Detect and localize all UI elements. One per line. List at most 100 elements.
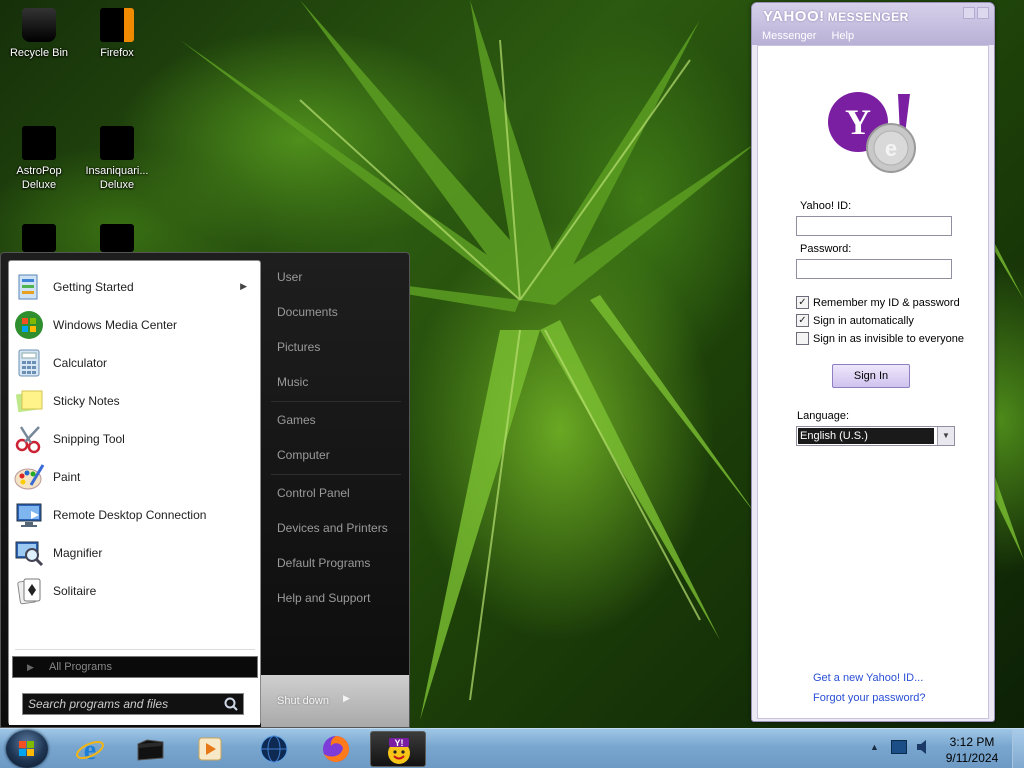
desktop-icon-insaniquarium[interactable]: Insaniquari... Deluxe [79, 126, 155, 192]
remember-checkbox[interactable]: ✓ Remember my ID & password [796, 296, 960, 309]
sign-in-button[interactable]: Sign In [832, 364, 910, 388]
desktop-icon-label: AstroPop [16, 165, 62, 177]
program-label: Paint [53, 470, 81, 484]
program-label: Snipping Tool [53, 432, 125, 446]
yahoo-messenger-window: YAHOO! MESSENGER Messenger Help Y e Yahoo… [751, 2, 995, 722]
language-value: English (U.S.) [800, 430, 868, 442]
program-paint[interactable]: Paint [13, 459, 257, 495]
desktop-icon-label: Deluxe [21, 179, 57, 191]
recycle-bin-icon [22, 8, 56, 42]
language-label: Language: [797, 410, 849, 422]
program-remote-desktop[interactable]: Remote Desktop Connection [13, 497, 257, 533]
places-computer[interactable]: Computer [277, 448, 330, 462]
taskbar-firefox[interactable] [308, 731, 364, 767]
search-input[interactable]: Search programs and files [22, 693, 244, 715]
yahoo-logo-icon: Y e [820, 88, 920, 178]
program-label: Calculator [53, 356, 108, 370]
taskbar: e Y! ▲ 3:12 PM 9/11/2024 [0, 728, 1024, 768]
internet-explorer-icon: e [76, 735, 104, 764]
sign-in-invisible-checkbox[interactable]: Sign in as invisible to everyone [796, 332, 964, 345]
desktop-icon-label: Firefox [100, 47, 134, 59]
program-snipping-tool[interactable]: Snipping Tool [13, 421, 257, 457]
get-new-id-link[interactable]: Get a new Yahoo! ID... [813, 672, 923, 684]
show-desktop-button[interactable] [1012, 729, 1024, 768]
close-icon[interactable] [977, 7, 989, 19]
taskbar-yahoo-messenger[interactable]: Y! [370, 731, 426, 767]
magnifier-icon [13, 537, 45, 569]
clock-date: 9/11/2024 [945, 751, 999, 765]
program-label: Magnifier [53, 546, 103, 560]
program-label: Getting Started [53, 280, 134, 294]
all-programs-button[interactable]: ▶ All Programs [12, 656, 258, 678]
yahoo-id-input[interactable] [796, 216, 952, 236]
search-icon[interactable] [223, 696, 239, 712]
shutdown-options-arrow-icon[interactable]: ▶ [343, 693, 350, 704]
places-music[interactable]: Music [277, 375, 308, 389]
password-input[interactable] [796, 259, 952, 279]
program-windows-media-center[interactable]: Windows Media Center [13, 307, 257, 343]
app-icon [100, 224, 134, 252]
divider [15, 649, 255, 650]
checkbox-checked-icon[interactable]: ✓ [796, 314, 809, 327]
desktop-icon-astropop[interactable]: AstroPop Deluxe [1, 126, 77, 192]
remote-desktop-icon [13, 499, 45, 531]
places-games[interactable]: Games [277, 413, 316, 427]
checkbox-unchecked-icon[interactable] [796, 332, 809, 345]
astropop-icon [22, 126, 56, 160]
paint-palette-icon [13, 461, 45, 493]
places-control-panel[interactable]: Control Panel [277, 486, 350, 500]
taskbar-internet-explorer[interactable]: e [62, 731, 118, 767]
places-user[interactable]: User [277, 270, 302, 284]
checkbox-checked-icon[interactable]: ✓ [796, 296, 809, 309]
clock-time: 3:12 PM [949, 735, 995, 749]
places-devices-printers[interactable]: Devices and Printers [277, 521, 388, 535]
svg-text:Y!: Y! [395, 738, 404, 748]
forgot-password-link[interactable]: Forgot your password? [813, 692, 926, 704]
chevron-down-icon[interactable]: ▼ [937, 427, 954, 445]
menu-bar: Messenger Help [762, 30, 866, 42]
desktop-icon-label: Recycle Bin [9, 47, 69, 59]
program-solitaire[interactable]: Solitaire [13, 573, 257, 609]
window-controls [963, 7, 989, 19]
desktop-icon-label: Deluxe [99, 179, 135, 191]
program-sticky-notes[interactable]: Sticky Notes [13, 383, 257, 419]
window-titlebar[interactable]: YAHOO! MESSENGER Messenger Help [752, 3, 994, 45]
places-help-support[interactable]: Help and Support [277, 591, 370, 605]
program-magnifier[interactable]: Magnifier [13, 535, 257, 571]
submenu-arrow-icon: ▶ [240, 281, 247, 291]
taskbar-media-player[interactable] [182, 731, 238, 767]
start-button[interactable] [6, 730, 48, 768]
taskbar-explorer[interactable] [122, 731, 178, 767]
playing-card-icon [13, 575, 45, 607]
network-icon[interactable] [891, 740, 907, 754]
scissors-icon [13, 423, 45, 455]
search-area: Search programs and files [9, 682, 260, 725]
menu-help[interactable]: Help [831, 30, 854, 42]
shutdown-button[interactable]: Shut down [271, 691, 341, 713]
program-getting-started[interactable]: Getting Started ▶ [13, 269, 257, 305]
program-label: Windows Media Center [53, 318, 178, 332]
app-icon [22, 224, 56, 252]
desktop-icon-firefox[interactable]: Firefox [79, 8, 155, 60]
minimize-icon[interactable] [963, 7, 975, 19]
media-center-icon [13, 309, 45, 341]
sign-in-automatically-checkbox[interactable]: ✓ Sign in automatically [796, 314, 914, 327]
places-documents[interactable]: Documents [277, 305, 338, 319]
globe-icon [260, 735, 288, 763]
svg-text:Y: Y [845, 102, 871, 142]
tray-expand-arrow-icon[interactable]: ▲ [870, 742, 879, 752]
taskbar-globe-app[interactable] [246, 731, 302, 767]
volume-icon[interactable] [915, 738, 931, 756]
clock[interactable]: 3:12 PM 9/11/2024 [942, 734, 1002, 766]
password-label: Password: [800, 243, 852, 255]
program-calculator[interactable]: Calculator [13, 345, 257, 381]
desktop-icon-recycle-bin[interactable]: Recycle Bin [1, 8, 77, 60]
places-default-programs[interactable]: Default Programs [277, 556, 370, 570]
program-label: Remote Desktop Connection [53, 508, 207, 522]
media-player-icon [198, 737, 222, 761]
start-menu-programs-pane: Getting Started ▶ Windows Media Center C… [8, 260, 261, 725]
yahoo-messenger-icon: Y! [388, 738, 410, 764]
places-pictures[interactable]: Pictures [277, 340, 320, 354]
language-select[interactable]: English (U.S.) ▼ [796, 426, 955, 446]
menu-messenger[interactable]: Messenger [762, 30, 816, 42]
